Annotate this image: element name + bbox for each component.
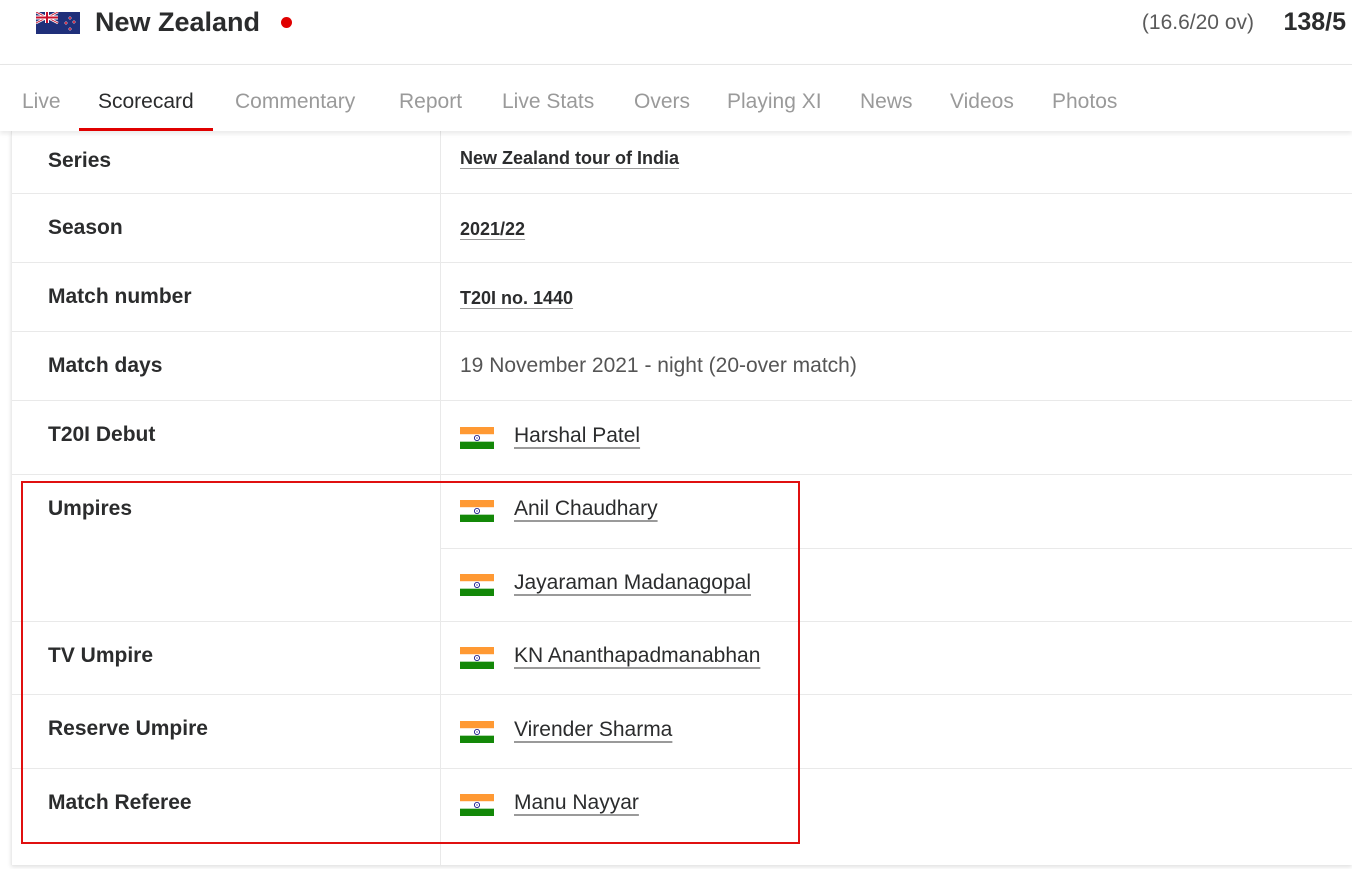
india-flag-icon: [460, 574, 494, 596]
row-label: Series: [48, 149, 112, 172]
match-details-table: Series New Zealand tour of India Season …: [11, 131, 1352, 865]
row-value-cell: 2021/22: [440, 194, 1352, 262]
row-value-cell: Virender Sharma: [440, 695, 1352, 768]
overs-count: (16.6/20 ov): [1141, 11, 1254, 34]
new-zealand-flag-icon: [36, 12, 80, 34]
row-label: T20I Debut: [48, 423, 156, 446]
tab-overs[interactable]: Overs: [634, 65, 690, 131]
match-header: New Zealand (16.6/20 ov) 138/5: [0, 0, 1352, 64]
umpire-link[interactable]: Anil Chaudhary: [514, 497, 658, 521]
tab-live-stats[interactable]: Live Stats: [502, 65, 594, 131]
row-label: Match number: [48, 285, 192, 308]
umpire-link[interactable]: Jayaraman Madanagopal: [514, 571, 751, 595]
details-row-tv-umpire: TV Umpire KN Ananthapadmanabhan: [12, 622, 1352, 695]
row-label: Match days: [48, 354, 163, 377]
row-label: TV Umpire: [48, 644, 154, 667]
tv-umpire-link[interactable]: KN Ananthapadmanabhan: [514, 644, 760, 668]
season-link[interactable]: 2021/22: [460, 219, 525, 240]
series-link[interactable]: New Zealand tour of India: [460, 148, 679, 169]
match-days-value: 19 November 2021 - night (20-over match): [460, 354, 857, 377]
tab-report[interactable]: Report: [399, 65, 462, 131]
details-row-match-number: Match number T20I no. 1440: [12, 263, 1352, 332]
match-referee-link[interactable]: Manu Nayyar: [514, 791, 639, 815]
player-link[interactable]: Harshal Patel: [514, 424, 640, 448]
row-value-cell: Manu Nayyar: [440, 769, 1352, 865]
row-value-cell: Harshal Patel: [440, 401, 1352, 474]
match-number-link[interactable]: T20I no. 1440: [460, 288, 573, 309]
india-flag-icon: [460, 794, 494, 816]
tab-live[interactable]: Live: [22, 65, 61, 131]
umpire-sub-row: Anil Chaudhary: [441, 475, 1352, 549]
india-flag-icon: [460, 721, 494, 743]
row-value-cell: KN Ananthapadmanabhan: [440, 622, 1352, 694]
row-label: Match Referee: [48, 791, 192, 814]
tab-videos[interactable]: Videos: [950, 65, 1014, 131]
india-flag-icon: [460, 427, 494, 449]
row-label: Reserve Umpire: [48, 717, 208, 740]
tab-scorecard[interactable]: Scorecard: [79, 65, 213, 131]
tab-photos[interactable]: Photos: [1052, 65, 1117, 131]
tab-playing-xi[interactable]: Playing XI: [727, 65, 822, 131]
umpire-sub-row: Jayaraman Madanagopal: [441, 549, 1352, 622]
match-tabs: Live Scorecard Commentary Report Live St…: [0, 64, 1352, 131]
india-flag-icon: [460, 500, 494, 522]
row-value-cell: 19 November 2021 - night (20-over match): [440, 332, 1352, 400]
row-label: Season: [48, 216, 123, 239]
team-score: 138/5: [1283, 8, 1346, 36]
details-row-match-days: Match days 19 November 2021 - night (20-…: [12, 332, 1352, 401]
tab-news[interactable]: News: [860, 65, 913, 131]
details-row-season: Season 2021/22: [12, 194, 1352, 263]
details-row-umpires: Umpires Anil Chaudhary Jayaraman Madanag…: [12, 475, 1352, 622]
details-row-reserve-umpire: Reserve Umpire Virender Sharma: [12, 695, 1352, 769]
live-indicator: [281, 17, 292, 28]
details-row-match-referee: Match Referee Manu Nayyar: [12, 769, 1352, 865]
india-flag-icon: [460, 647, 494, 669]
row-value-cell: Anil Chaudhary Jayaraman Madanagopal: [440, 475, 1352, 621]
row-value-cell: T20I no. 1440: [440, 263, 1352, 331]
row-value-cell: New Zealand tour of India: [440, 131, 1352, 193]
team-name[interactable]: New Zealand: [95, 7, 260, 38]
details-row-series: Series New Zealand tour of India: [12, 131, 1352, 194]
row-label: Umpires: [48, 497, 133, 520]
reserve-umpire-link[interactable]: Virender Sharma: [514, 718, 672, 742]
details-row-debut: T20I Debut Harshal Patel: [12, 401, 1352, 475]
tab-commentary[interactable]: Commentary: [235, 65, 355, 131]
